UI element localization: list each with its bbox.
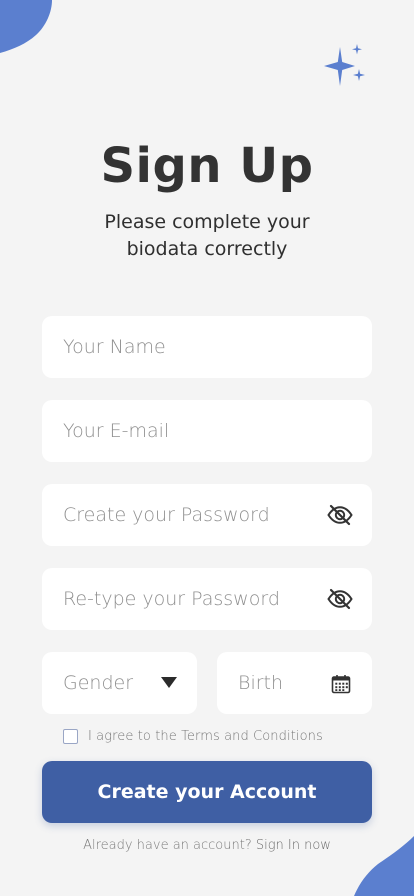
terms-checkbox[interactable] [63,729,78,744]
decorative-blob-bottom-right [354,836,414,896]
email-field[interactable] [42,400,372,462]
create-account-button[interactable]: Create your Account [42,761,372,823]
page-title: Sign Up [100,138,314,194]
password-field[interactable] [42,484,372,546]
caret-down-icon[interactable] [161,677,177,688]
birth-date-field[interactable] [217,652,372,714]
subtitle-line-1: Please complete your [104,211,310,233]
terms-agreement-row: I agree to the Terms and Conditions [63,729,323,744]
signin-prefix-text: Already have an account? [83,838,256,853]
retype-password-input[interactable] [42,568,372,630]
signin-link[interactable]: Sign In now [256,838,331,853]
email-input[interactable] [42,400,372,462]
eye-off-icon[interactable] [327,504,353,526]
calendar-icon[interactable] [331,674,351,694]
eye-off-icon[interactable] [327,588,353,610]
sparkles-icon [324,44,365,86]
name-field[interactable] [42,316,372,378]
gender-select[interactable] [42,652,197,714]
page-subtitle: Please complete your biodata correctly [0,209,414,263]
subtitle-line-2: biodata correctly [126,238,288,260]
password-input[interactable] [42,484,372,546]
decorative-blob-top-left [0,0,52,53]
signin-prompt: Already have an account? Sign In now [0,838,414,853]
retype-password-field[interactable] [42,568,372,630]
name-input[interactable] [42,316,372,378]
terms-label[interactable]: I agree to the Terms and Conditions [88,729,323,744]
